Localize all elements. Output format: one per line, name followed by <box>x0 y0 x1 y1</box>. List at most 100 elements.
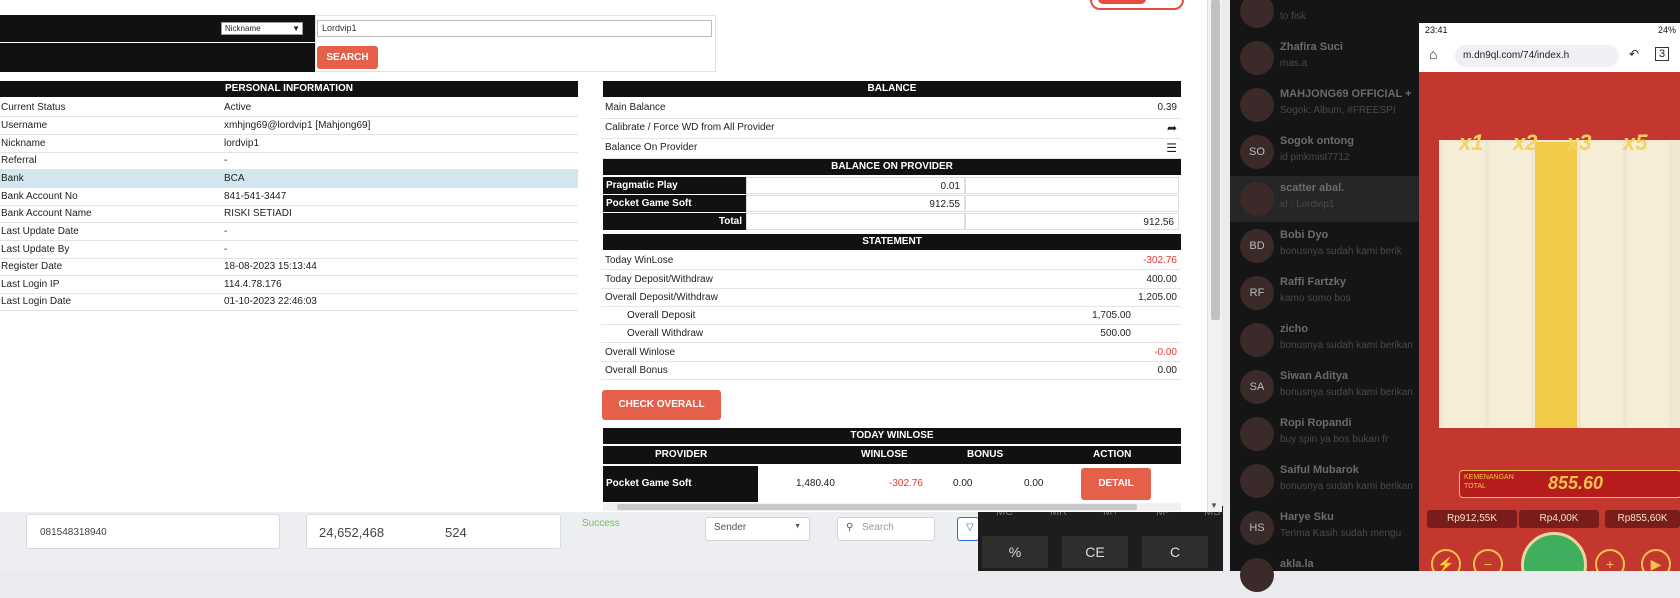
sender-select[interactable]: Sender ▼ <box>705 517 810 541</box>
filter-button[interactable]: ▽ <box>957 517 979 541</box>
personal-info-row: Bank Account Name RISKI SETIADI <box>0 205 578 223</box>
search-type-value: Nickname <box>225 24 261 33</box>
main-balance-value: 0.39 <box>1157 102 1177 113</box>
check-overall-button[interactable]: CHECK OVERALL <box>602 390 721 420</box>
bet-chip: Rp4,00K <box>1519 510 1599 528</box>
tile-column <box>1535 142 1577 428</box>
phone-number: 081548318940 <box>40 527 107 538</box>
personal-info-value: lordvip1 <box>224 138 260 149</box>
spin-button[interactable] <box>1521 532 1587 571</box>
phone-battery: 24% <box>1657 25 1676 35</box>
tile-column <box>1581 142 1623 428</box>
chat-name: zicho <box>1280 323 1309 335</box>
total-value: 912.56 <box>965 213 1179 230</box>
mahjong-game: x1 x2 x3 x5 KEMENANGAN TOTAL 855.60 Rp91… <box>1419 72 1680 571</box>
avatar <box>1240 323 1274 357</box>
statement-value: 1,705.00 <box>1092 310 1131 321</box>
avatar: HS <box>1240 511 1274 545</box>
search-button[interactable]: SEARCH <box>317 46 378 69</box>
avatar <box>1240 464 1274 498</box>
vertical-scrollbar[interactable]: ▼ <box>1207 0 1222 512</box>
search-input[interactable]: ⚲ Search <box>837 517 935 541</box>
multiplier-x3: x3 <box>1567 130 1592 155</box>
chat-preview: buy spin ya bos bukan fr <box>1280 434 1389 445</box>
statement-value: 400.00 <box>1146 274 1177 285</box>
statement-value: 500.00 <box>1100 328 1131 339</box>
auto-icon[interactable]: ▶ <box>1641 549 1671 571</box>
plus-icon[interactable]: + <box>1595 549 1625 571</box>
list-icon[interactable]: ☰ <box>1166 139 1177 157</box>
share-icon[interactable]: ↶ <box>1629 47 1639 61</box>
tw-extra: 0.00 <box>1024 478 1044 489</box>
personal-info-value: - <box>224 155 228 166</box>
chat-preview: id : Lordvip1 <box>1280 199 1335 210</box>
turbo-icon[interactable]: ⚡ <box>1431 549 1461 571</box>
scroll-thumb[interactable] <box>1211 0 1220 320</box>
phone-url-field[interactable]: m.dn9ql.com/74/index.h <box>1455 45 1619 67</box>
statement-label: Overall Deposit <box>627 310 696 321</box>
provider-extra <box>965 177 1179 194</box>
personal-info-value: 841-541-3447 <box>224 191 287 202</box>
horizontal-scroll-thumb[interactable] <box>617 504 1137 510</box>
chat-name: Raffi Fartzky <box>1280 276 1347 288</box>
avatar <box>1240 558 1274 592</box>
search-input-field[interactable]: Lordvip1 <box>317 20 712 37</box>
share-icon[interactable]: ➦ <box>1167 119 1177 137</box>
statement-row: Overall Withdraw 500.00 <box>601 325 1181 343</box>
provider-row: Pragmatic Play 0.01 <box>603 177 1179 195</box>
summary-card: 24,652,468 524 <box>306 514 561 549</box>
personal-info-value: Active <box>224 102 252 113</box>
personal-info-row: Bank Account No 841-541-3447 <box>0 188 578 206</box>
chat-name: Bobi Dyo <box>1280 229 1329 241</box>
statement-label: Overall Bonus <box>605 365 668 376</box>
avatar: RF <box>1240 276 1274 310</box>
search-icon: ⚲ <box>846 522 854 533</box>
tile-column <box>1489 142 1531 428</box>
balance-on-provider-header: BALANCE ON PROVIDER <box>603 159 1181 175</box>
multiplier-x2: x2 <box>1513 130 1538 155</box>
avatar <box>1240 0 1274 28</box>
personal-info-label: Current Status <box>1 102 66 113</box>
minus-icon[interactable]: − <box>1473 549 1503 571</box>
provider-name: Pocket Game Soft <box>603 195 746 212</box>
personal-info-label: Username <box>1 120 48 131</box>
calc-ce-key[interactable]: CE <box>1062 536 1128 568</box>
col-bonus: BONUS <box>967 449 1004 460</box>
personal-info-value: 18-08-2023 15:13:44 <box>224 261 317 272</box>
chat-preview: to fisk <box>1280 11 1307 22</box>
tw-bonus: 0.00 <box>953 478 973 489</box>
tw-turnover: 1,480.40 <box>796 478 835 489</box>
phone-screen: 23:41 24% ⌂ m.dn9ql.com/74/index.h ↶ 3 x… <box>1419 23 1680 571</box>
avatar: SO <box>1240 135 1274 169</box>
statement-value: 0.00 <box>1157 365 1177 376</box>
statement-label: Today WinLose <box>605 255 674 266</box>
statement-row: Today WinLose -302.76 <box>601 252 1181 270</box>
total-middle-cell <box>746 213 965 230</box>
personal-info-label: Bank Account No <box>1 191 78 202</box>
search-placeholder: Search <box>862 522 894 533</box>
toggle-badge <box>1098 0 1146 4</box>
top-toggle[interactable] <box>1090 0 1184 10</box>
avatar: BD <box>1240 229 1274 263</box>
provider-name: Pragmatic Play <box>603 177 746 194</box>
calc-percent-key[interactable]: % <box>982 536 1048 568</box>
multiplier-x1: x1 <box>1459 130 1484 155</box>
personal-info-row: Username xmhjng69@lordvip1 [Mahjong69] <box>0 117 578 135</box>
col-action: ACTION <box>1093 449 1132 460</box>
detail-button[interactable]: DETAIL <box>1081 468 1151 500</box>
chat-preview: bonusnya sudah kami berikan <box>1280 387 1413 398</box>
tabs-icon[interactable]: 3 <box>1655 47 1670 61</box>
provider-row: Pocket Game Soft 912.55 <box>603 195 1179 213</box>
home-icon[interactable]: ⌂ <box>1429 46 1437 62</box>
scroll-down-icon[interactable]: ▼ <box>1210 501 1218 510</box>
horizontal-scrollbar[interactable] <box>603 503 1181 511</box>
statement-label: Overall Withdraw <box>627 328 704 339</box>
chat-preview: bonusnya sudah kami berik <box>1280 246 1402 257</box>
personal-info-label: Last Update Date <box>1 226 79 237</box>
statement-value: -0.00 <box>1154 347 1177 358</box>
search-type-select[interactable]: Nickname ▼ <box>221 22 303 35</box>
tw-winlose: -302.76 <box>889 478 923 489</box>
personal-info-label: Nickname <box>1 138 46 149</box>
chevron-down-icon: ▼ <box>794 523 801 530</box>
calc-c-key[interactable]: C <box>1142 536 1208 568</box>
